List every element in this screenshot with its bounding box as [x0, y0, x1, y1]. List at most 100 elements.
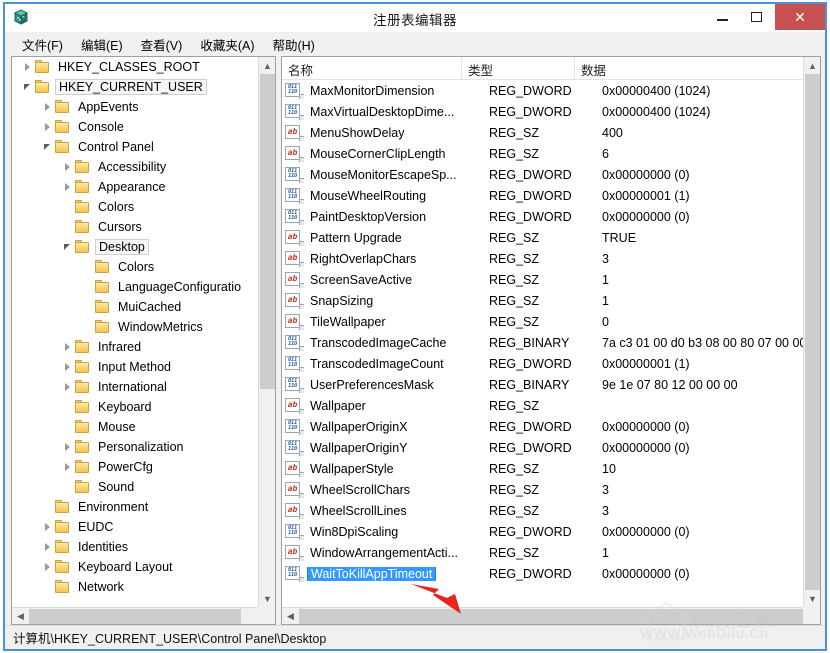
list-vertical-scrollbar[interactable]: ▲ ▼ — [803, 57, 820, 607]
tree-node[interactable]: Keyboard — [12, 397, 258, 417]
table-row[interactable]: 011 110 MouseMonitorEscapeSp... REG_DWORD 0x… — [282, 164, 803, 185]
table-row[interactable]: ab RightOverlapChars REG_SZ 3 — [282, 248, 803, 269]
chevron-right-icon[interactable] — [60, 343, 74, 351]
column-header-type[interactable]: 类型 — [462, 57, 575, 79]
tree-node[interactable]: Accessibility — [12, 157, 258, 177]
tree-node[interactable]: Personalization — [12, 437, 258, 457]
current-key-path: 计算机\HKEY_CURRENT_USER\Control Panel\Desk… — [13, 632, 327, 646]
tree-node[interactable]: Infrared — [12, 337, 258, 357]
table-row[interactable]: 011 110 MaxMonitorDimension REG_DWORD 0x0000… — [282, 80, 803, 101]
tree-node[interactable]: International — [12, 377, 258, 397]
list-vscroll-thumb[interactable] — [805, 74, 820, 590]
menu-help[interactable]: 帮助(H) — [263, 33, 323, 56]
tree-node[interactable]: Colors — [12, 197, 258, 217]
tree-node[interactable]: Keyboard Layout — [12, 557, 258, 577]
registry-tree[interactable]: HKEY_CLASSES_ROOT HKEY_CURRENT_USER AppEve… — [12, 57, 258, 607]
chevron-down-icon[interactable] — [60, 244, 74, 250]
tree-node[interactable]: Cursors — [12, 217, 258, 237]
tree-node[interactable]: Colors — [12, 257, 258, 277]
table-row[interactable]: ab WindowArrangementActi... REG_SZ 1 — [282, 542, 803, 563]
tree-node[interactable]: Console — [12, 117, 258, 137]
chevron-right-icon[interactable] — [40, 103, 54, 111]
table-row[interactable]: ab ScreenSaveActive REG_SZ 1 — [282, 269, 803, 290]
column-header-data[interactable]: 数据 — [575, 57, 803, 79]
table-row[interactable]: ab WheelScrollLines REG_SZ 3 — [282, 500, 803, 521]
tree-node[interactable]: Sound — [12, 477, 258, 497]
chevron-right-icon[interactable] — [60, 183, 74, 191]
minimize-button[interactable] — [705, 4, 739, 30]
table-row[interactable]: ab Pattern Upgrade REG_SZ TRUE — [282, 227, 803, 248]
list-scroll-left-icon[interactable]: ◀ — [282, 608, 299, 625]
tree-node[interactable]: HKEY_CLASSES_ROOT — [12, 57, 258, 77]
cell-type: REG_SZ — [489, 398, 540, 413]
tree-scroll-up-icon[interactable]: ▲ — [259, 57, 276, 74]
tree-scroll-left-icon[interactable]: ◀ — [12, 608, 29, 625]
table-row[interactable]: ab WheelScrollChars REG_SZ 3 — [282, 479, 803, 500]
tree-hscroll-thumb[interactable] — [29, 609, 241, 624]
table-row[interactable]: 011 110 TranscodedImageCount REG_DWORD 0x000… — [282, 353, 803, 374]
table-row[interactable]: ab SnapSizing REG_SZ 1 — [282, 290, 803, 311]
chevron-right-icon[interactable] — [20, 63, 34, 71]
tree-vscroll-thumb[interactable] — [260, 74, 275, 389]
tree-horizontal-scrollbar[interactable]: ◀ ▶ — [12, 607, 275, 624]
chevron-right-icon[interactable] — [40, 543, 54, 551]
table-row[interactable]: 011 110 WallpaperOriginY REG_DWORD 0x0000000… — [282, 437, 803, 458]
registry-values-pane: 名称 类型 数据 011 110 MaxMonitorDimension REG_DW… — [281, 56, 821, 625]
tree-node[interactable]: HKEY_CURRENT_USER — [12, 77, 258, 97]
table-row[interactable]: ab TileWallpaper REG_SZ 0 — [282, 311, 803, 332]
chevron-right-icon[interactable] — [60, 463, 74, 471]
tree-node[interactable]: Network — [12, 577, 258, 597]
tree-node[interactable]: Input Method — [12, 357, 258, 377]
chevron-right-icon[interactable] — [60, 443, 74, 451]
list-scroll-up-icon[interactable]: ▲ — [804, 57, 821, 74]
tree-node[interactable]: Control Panel — [12, 137, 258, 157]
chevron-right-icon[interactable] — [40, 123, 54, 131]
tree-node[interactable]: AppEvents — [12, 97, 258, 117]
tree-node[interactable]: Identities — [12, 537, 258, 557]
table-row[interactable]: ab MenuShowDelay REG_SZ 400 — [282, 122, 803, 143]
close-button[interactable]: ✕ — [775, 4, 825, 30]
table-row[interactable]: ab Wallpaper REG_SZ — [282, 395, 803, 416]
tree-node[interactable]: Environment — [12, 497, 258, 517]
table-row[interactable]: 011 110 UserPreferencesMask REG_BINARY 9e 1e… — [282, 374, 803, 395]
tree-node[interactable]: Desktop — [12, 237, 258, 257]
tree-scroll-down-icon[interactable]: ▼ — [259, 590, 276, 607]
chevron-right-icon[interactable] — [60, 163, 74, 171]
table-row[interactable]: 011 110 MouseWheelRouting REG_DWORD 0x000000… — [282, 185, 803, 206]
chevron-right-icon[interactable] — [60, 363, 74, 371]
menu-edit[interactable]: 编辑(E) — [72, 33, 132, 56]
tree-vertical-scrollbar[interactable]: ▲ ▼ — [258, 57, 275, 607]
cell-data: 0x00000000 (0) — [602, 209, 690, 224]
tree-node[interactable]: Appearance — [12, 177, 258, 197]
table-row[interactable]: 011 110 Win8DpiScaling REG_DWORD 0x00000000 … — [282, 521, 803, 542]
table-row[interactable]: ab MouseCornerClipLength REG_SZ 6 — [282, 143, 803, 164]
menu-view[interactable]: 查看(V) — [132, 33, 192, 56]
tree-node[interactable]: Mouse — [12, 417, 258, 437]
chevron-right-icon[interactable] — [40, 563, 54, 571]
menu-file[interactable]: 文件(F) — [13, 33, 72, 56]
table-row[interactable]: 011 110 TranscodedImageCache REG_BINARY 7a c… — [282, 332, 803, 353]
table-row[interactable]: 011 110 WaitToKillAppTimeout REG_DWORD 0x000… — [282, 563, 803, 584]
table-row[interactable]: 011 110 PaintDesktopVersion REG_DWORD 0x0000… — [282, 206, 803, 227]
table-row[interactable]: 011 110 MaxVirtualDesktopDime... REG_DWORD 0… — [282, 101, 803, 122]
tree-node[interactable]: MuiCached — [12, 297, 258, 317]
table-row[interactable]: ab WallpaperStyle REG_SZ 10 — [282, 458, 803, 479]
maximize-button[interactable] — [739, 4, 773, 30]
list-scroll-down-icon[interactable]: ▼ — [804, 590, 821, 607]
chevron-down-icon[interactable] — [40, 144, 54, 150]
value-name: MouseMonitorEscapeSp... — [310, 167, 457, 182]
folder-icon — [74, 460, 91, 474]
column-header-name[interactable]: 名称 — [282, 57, 462, 79]
chevron-down-icon[interactable] — [20, 84, 34, 90]
menu-favorites[interactable]: 收藏夹(A) — [191, 33, 263, 56]
tree-node[interactable]: PowerCfg — [12, 457, 258, 477]
list-horizontal-scrollbar[interactable]: ◀ ▶ — [282, 607, 820, 624]
tree-node[interactable]: LanguageConfiguratio — [12, 277, 258, 297]
chevron-right-icon[interactable] — [60, 383, 74, 391]
tree-node[interactable]: WindowMetrics — [12, 317, 258, 337]
table-row[interactable]: 011 110 WallpaperOriginX REG_DWORD 0x0000000… — [282, 416, 803, 437]
chevron-right-icon[interactable] — [40, 523, 54, 531]
tree-node[interactable]: EUDC — [12, 517, 258, 537]
list-hscroll-thumb[interactable] — [299, 609, 803, 624]
registry-values-list[interactable]: 011 110 MaxMonitorDimension REG_DWORD 0x0000… — [282, 80, 803, 607]
